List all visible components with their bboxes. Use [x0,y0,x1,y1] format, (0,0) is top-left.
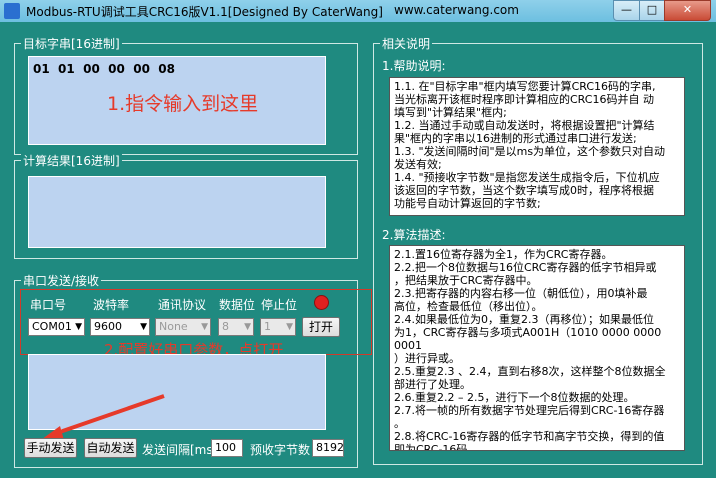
title-bar: Modbus-RTU调试工具CRC16版V1.1[Designed By Cat… [0,0,716,22]
algo-line: 即为CRC-16码。 [394,443,479,451]
target-string-value: 01 01 00 00 00 08 [33,62,175,76]
window-title: Modbus-RTU调试工具CRC16版V1.1[Designed By Cat… [26,5,383,19]
algo-line: 2.3.把寄存器的内容右移一位（朝低位），用0填补最 [394,287,648,300]
help-line: 1.2. 当通过手动或自动发送时，将根据设置把"计算结 [394,119,655,132]
auto-send-button[interactable]: 自动发送 [84,438,137,458]
help-text-panel: 1.1. 在"目标字串"框内填写您要计算CRC16码的字串, 当光标离开该框时程… [389,77,685,216]
result-legend: 计算结果[16进制] [21,152,122,169]
algo-title: 2.算法描述: [382,228,446,242]
algo-line: 2.4.如果最低位为0，重复2.3（再移位）；如果最低位 [394,313,654,326]
help-line: 发送有效; [394,158,442,171]
help-line: 功能号自动计算返回的字节数; [394,197,541,210]
algo-line: 2.5.重复2.3 、2.4，直到右移8次，这样整个8位数据全 [394,365,666,378]
algo-line: 部进行了处理。 [394,378,471,391]
help-line: 果"框内的字串以16进制的形式通过串口进行发送; [394,132,637,145]
algo-line: 为1，CRC寄存器与多项式A001H（1010 0000 0000 0001 [394,326,662,352]
help-legend: 相关说明 [380,35,433,52]
help-title: 1.帮助说明: [382,59,446,73]
algo-line: 2.6.重复2.2 – 2.5，进行下一个8位数据的处理。 [394,391,635,404]
minimize-button[interactable]: — [613,0,640,21]
help-line: 当光标离开该框时程序即计算相应的CRC16码并自 动 [394,93,654,106]
expect-bytes-label: 预收字节数 [250,443,311,457]
algo-line: ，把结果放于CRC寄存器中。 [394,274,538,287]
expect-bytes-input[interactable]: 8192 [312,439,344,457]
target-string-input[interactable]: 01 01 00 00 00 08 1.指令输入到这里 [28,56,326,145]
serial-legend: 串口发送/接收 [21,272,102,289]
interval-label: 发送间隔[ms] [142,443,218,457]
manual-send-button[interactable]: 手动发送 [24,438,77,458]
target-annotation: 1.指令输入到这里 [107,93,259,115]
maximize-button[interactable]: □ [639,0,665,21]
help-line: 1.3. "发送间隔时间"是以ms为单位，这个参数只对自动 [394,145,666,158]
app-icon [4,3,20,19]
algo-text-panel: 2.1.置16位寄存器为全1，作为CRC寄存器。 2.2.把一个8位数据与16位… [389,245,685,451]
algo-line: 。 [394,417,405,430]
result-output[interactable] [28,176,326,248]
help-line: 填写到"计算结果"框内; [394,106,507,119]
interval-input[interactable]: 100 [211,439,243,457]
algo-line: 2.8.将CRC-16寄存器的低字节和高字节交换，得到的值 [394,430,665,443]
algo-line: 高位，检查最低位（移出位）。 [394,300,543,313]
algo-line: 2.1.置16位寄存器为全1，作为CRC寄存器。 [394,248,613,261]
target-string-legend: 目标字串[16进制] [21,35,122,52]
algo-line: 2.2.把一个8位数据与16位CRC寄存器的低字节相异或 [394,261,657,274]
help-line: 该返回的字节数，当这个数字填写成0时，程序将根据 [394,184,654,197]
help-line: 1.1. 在"目标字串"框内填写您要计算CRC16码的字串, [394,80,656,93]
algo-line: ）进行异或。 [394,352,460,365]
window-url: www.caterwang.com [394,3,519,17]
close-button[interactable]: ✕ [664,0,711,21]
help-line: 1.4. "预接收字节数"是指您发送生成指令后，下位机应 [394,171,660,184]
algo-line: 2.7.将一帧的所有数据字节处理完后得到CRC-16寄存器 [394,404,665,417]
